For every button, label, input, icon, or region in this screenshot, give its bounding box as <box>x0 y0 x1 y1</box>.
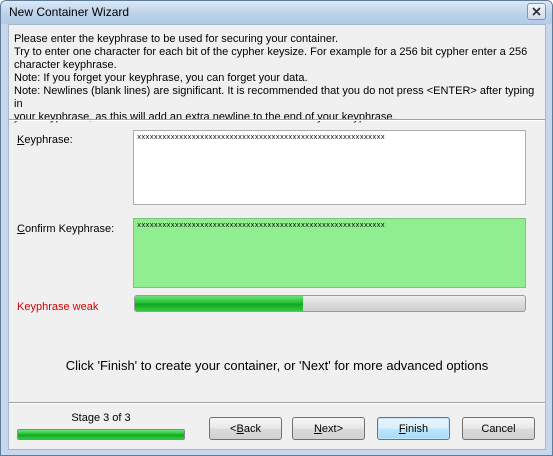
window-title: New Container Wizard <box>9 5 130 19</box>
keyphrase-label: Keyphrase: <box>17 134 73 146</box>
keyphrase-strength-meter <box>134 295 526 312</box>
top-divider <box>9 119 545 121</box>
title-bar[interactable]: New Container Wizard <box>1 1 552 24</box>
keyphrase-strength-label: Keyphrase weak <box>17 301 99 313</box>
bottom-divider <box>9 402 545 404</box>
close-icon <box>532 7 541 16</box>
keyphrase-label-rest: eyphrase: <box>24 134 73 146</box>
next-arrow: > <box>336 422 344 435</box>
keyphrase-strength-fill <box>135 296 303 311</box>
stage-label: Stage 3 of 3 <box>71 412 131 424</box>
keyphrase-input[interactable]: xxxxxxxxxxxxxxxxxxxxxxxxxxxxxxxxxxxxxxxx… <box>133 130 526 205</box>
intro-line: character keyphrase. <box>14 59 117 71</box>
confirm-label-rest: onfirm Keyphrase: <box>24 223 115 235</box>
finish-hint: Click 'Finish' to create your container,… <box>65 358 489 373</box>
intro-line: Note: If you forget your keyphrase, you … <box>14 72 308 84</box>
intro-text: Please enter the keyphrase to be used fo… <box>9 33 539 124</box>
finish-button[interactable]: Finish <box>377 417 450 440</box>
wizard-body: Please enter the keyphrase to be used fo… <box>8 24 546 450</box>
finish-accel: F <box>398 422 406 435</box>
confirm-label-accel: C <box>17 223 25 235</box>
cancel-button[interactable]: Cancel <box>462 417 535 440</box>
intro-line: Try to enter one character for each bit … <box>14 46 528 58</box>
next-label-rest: ext <box>321 422 337 435</box>
intro-line: Please enter the keyphrase to be used fo… <box>14 33 339 45</box>
close-button[interactable] <box>527 3 546 20</box>
intro-line: your keyphrase, as this will add an extr… <box>14 111 396 123</box>
stage-progress-fill <box>18 430 184 439</box>
back-button[interactable]: < Back <box>209 417 282 440</box>
confirm-keyphrase-input[interactable]: xxxxxxxxxxxxxxxxxxxxxxxxxxxxxxxxxxxxxxxx… <box>133 218 526 288</box>
confirm-keyphrase-label: Confirm Keyphrase: <box>17 223 114 235</box>
back-label-rest: ack <box>243 422 261 435</box>
wizard-window: New Container Wizard Please enter the ke… <box>0 0 553 456</box>
stage-progress-bar <box>17 429 185 440</box>
finish-label-rest: inish <box>405 422 429 435</box>
next-accel: N <box>313 422 322 435</box>
back-accel: B <box>236 422 244 435</box>
next-button[interactable]: Next > <box>292 417 365 440</box>
intro-line: Note: Newlines (blank lines) are signifi… <box>14 85 538 110</box>
